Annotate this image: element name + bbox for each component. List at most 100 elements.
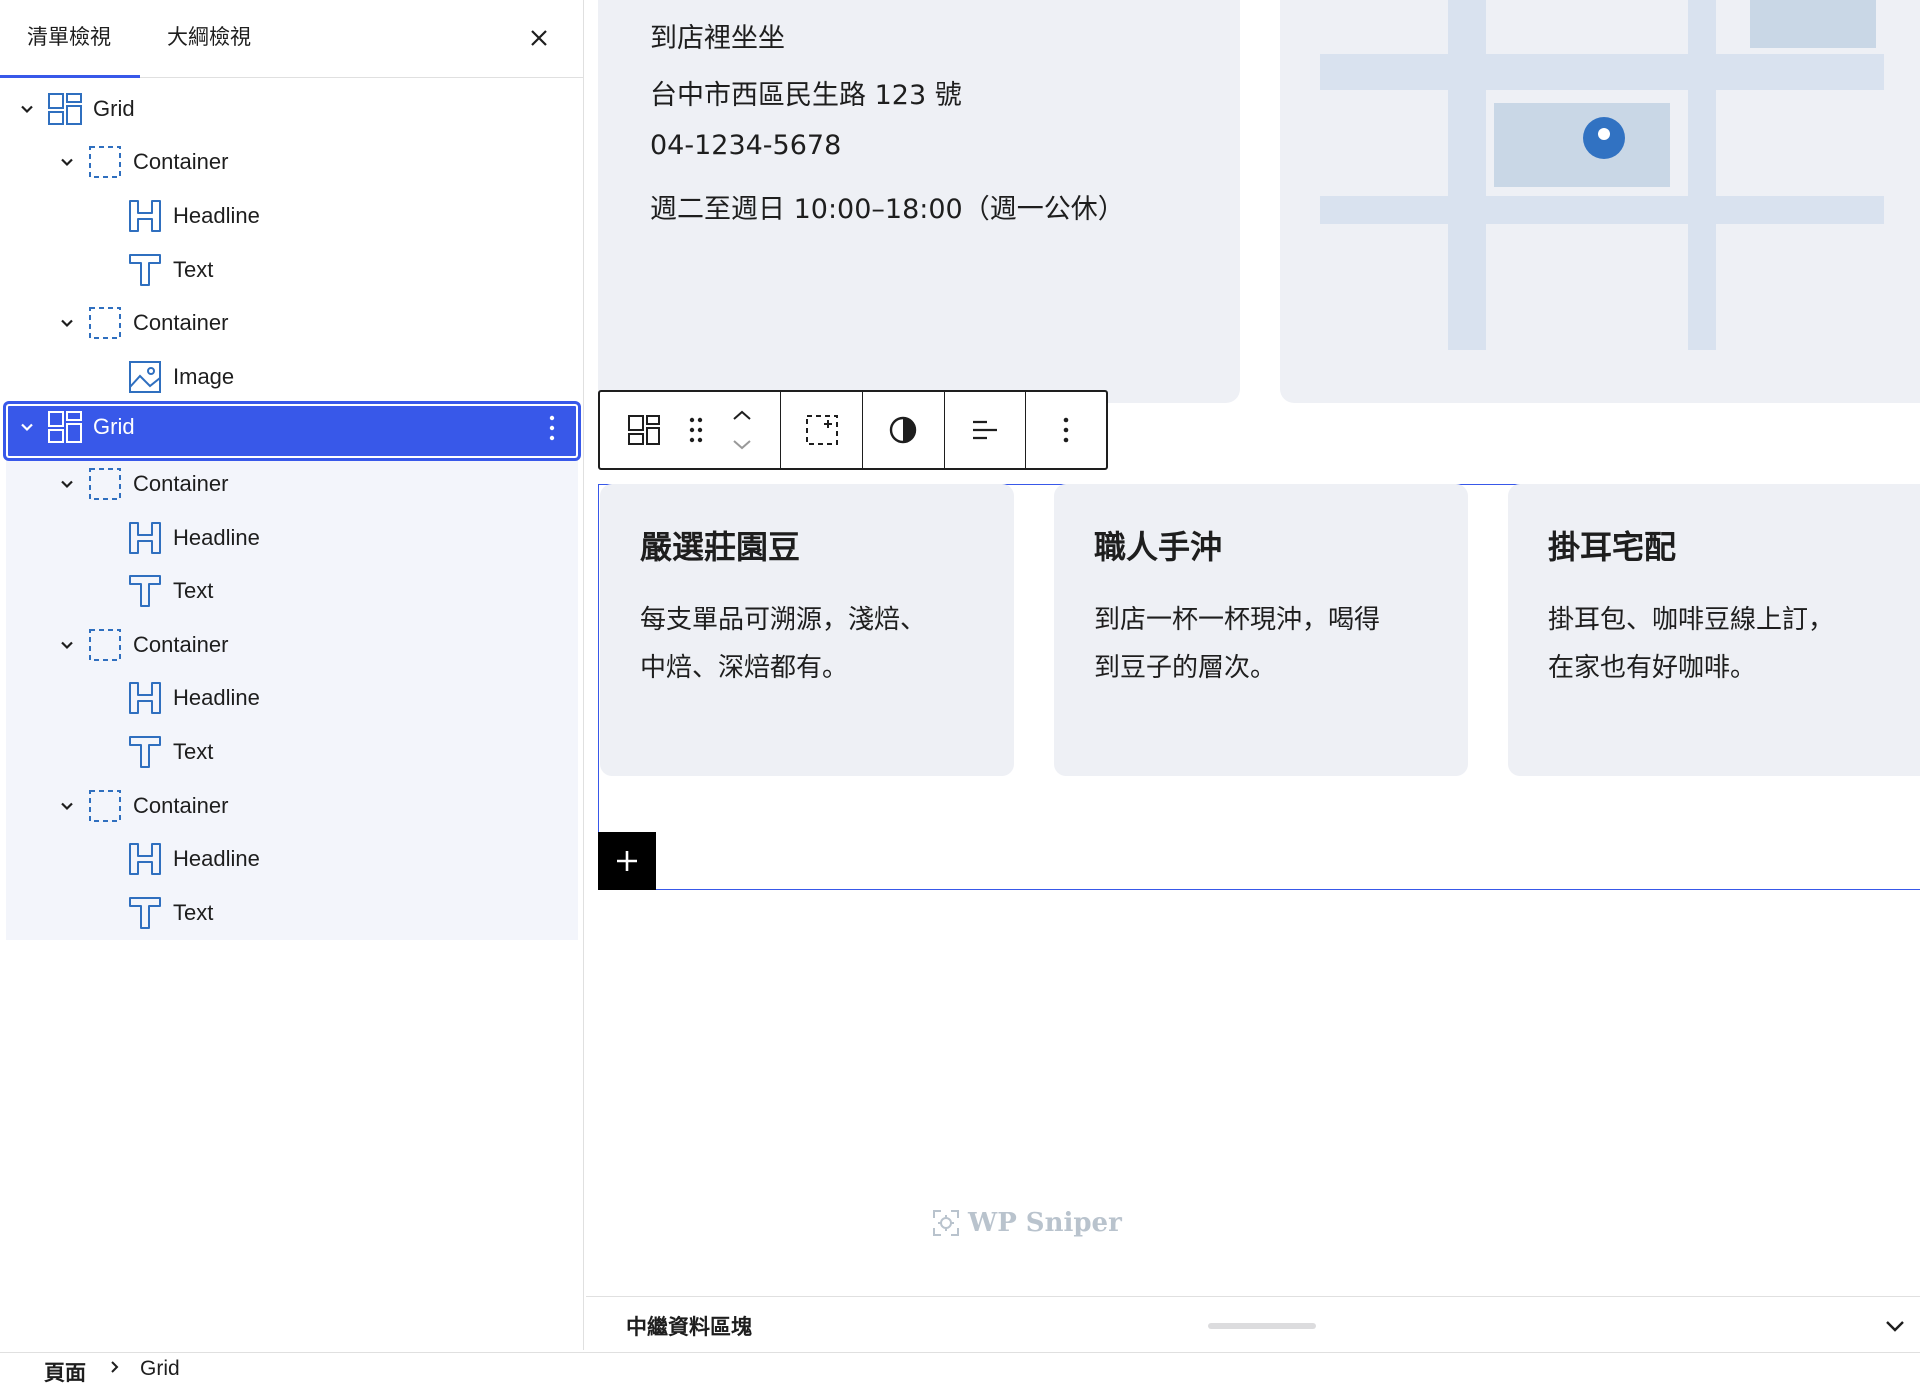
tree-item-image[interactable]: Image [0, 350, 584, 404]
tab-outline[interactable]: 大綱檢視 [140, 0, 278, 76]
text-block-icon [127, 573, 163, 609]
feature-card[interactable]: 嚴選莊園豆 每支單品可溯源，淺焙、 中焙、深焙都有。 [600, 484, 1014, 776]
headline-block-icon [127, 680, 163, 716]
tree-item-label: Container [133, 792, 229, 818]
tree-item-label: Headline [173, 846, 260, 872]
tree-item-label: Grid [93, 414, 135, 440]
text-block-icon [127, 734, 163, 770]
feature-text-line: 在家也有好咖啡。 [1548, 653, 1757, 683]
align-left-icon [973, 420, 997, 440]
feature-headline: 職人手沖 [1094, 528, 1223, 566]
tree-item-container[interactable]: Container [0, 779, 584, 833]
feature-headline: 掛耳宅配 [1548, 528, 1677, 566]
editor-canvas: 到店裡坐坐 台中市西區民生路 123 號 04-1234-5678 週二至週日 … [586, 0, 1920, 1296]
container-block-icon [87, 305, 123, 341]
tree-item-headline[interactable]: Headline [0, 511, 584, 565]
tree-item-text[interactable]: Text [0, 243, 584, 297]
tree-item-text[interactable]: Text [0, 564, 584, 618]
feature-card[interactable]: 掛耳宅配 掛耳包、咖啡豆線上訂， 在家也有好咖啡。 [1508, 484, 1920, 776]
tree-item-label: Headline [173, 202, 260, 228]
panel-tabs: 清單檢視 大綱檢視 [0, 0, 583, 78]
tree-item-headline[interactable]: Headline [0, 189, 584, 243]
address-text: 台中市西區民生路 123 號 [650, 80, 962, 111]
location-pin-dot [1598, 128, 1610, 140]
hours-text: 週二至週日 10:00–18:00（週一公休） [650, 194, 1125, 225]
feature-headline: 嚴選莊園豆 [640, 528, 801, 566]
tree-item-headline[interactable]: Headline [0, 672, 584, 726]
map-road [1448, 0, 1486, 350]
tree-item-container[interactable]: Container [0, 457, 584, 511]
list-view-panel: 清單檢視 大綱檢視 Grid Container Headline Text Conta… [0, 0, 584, 1350]
text-block-icon [127, 895, 163, 931]
grid-block-icon[interactable] [626, 412, 662, 448]
map-block [1494, 103, 1670, 187]
tree-item-label: Text [173, 256, 214, 282]
tree-item-label: Container [133, 149, 229, 175]
tree-item-label: Headline [173, 524, 260, 550]
style-button[interactable] [863, 392, 945, 468]
feature-card[interactable]: 職人手沖 到店一杯一杯現沖，喝得 到豆子的層次。 [1054, 484, 1468, 776]
headline-block-icon [127, 520, 163, 556]
feature-text-line: 到店一杯一杯現沖，喝得 [1094, 605, 1381, 635]
visit-heading: 到店裡坐坐 [650, 23, 785, 54]
tree-item-label: Image [173, 363, 235, 389]
feature-text: 到店一杯一杯現沖，喝得 到豆子的層次。 [1094, 596, 1434, 692]
map-image[interactable] [1280, 0, 1920, 403]
tree-item-text[interactable]: Text [0, 725, 584, 779]
tab-list-view[interactable]: 清單檢視 [0, 0, 140, 78]
tree-item-label: Container [133, 470, 229, 496]
resize-handle[interactable] [1208, 1323, 1316, 1329]
contact-card[interactable]: 到店裡坐坐 台中市西區民生路 123 號 04-1234-5678 週二至週日 … [598, 0, 1240, 403]
add-block-button[interactable] [598, 832, 656, 890]
tree-item-grid[interactable]: Grid [0, 82, 584, 136]
watermark-text: WP Sniper [968, 1208, 1122, 1238]
text-block-icon [127, 252, 163, 288]
chevron-down-icon[interactable] [56, 312, 78, 334]
chevron-down-icon[interactable] [56, 634, 78, 656]
tree-item-container[interactable]: Container [0, 136, 584, 190]
tree-item-headline[interactable]: Headline [0, 832, 584, 886]
feature-text: 掛耳包、咖啡豆線上訂， 在家也有好咖啡。 [1548, 596, 1888, 692]
container-block-icon [87, 466, 123, 502]
chevron-down-icon[interactable] [16, 98, 38, 120]
feature-text: 每支單品可溯源，淺焙、 中焙、深焙都有。 [640, 596, 980, 692]
align-button[interactable] [945, 392, 1027, 468]
tree-item-container[interactable]: Container [0, 618, 584, 672]
breadcrumb: 頁面 Grid [0, 1352, 1920, 1387]
plus-icon [617, 851, 637, 871]
tree-item-grid[interactable]: Grid [0, 401, 584, 455]
more-vertical-icon[interactable] [548, 415, 556, 447]
tree-item-text[interactable]: Text [0, 886, 584, 940]
meta-box-title[interactable]: 中繼資料區塊 [626, 1311, 752, 1341]
add-container-button[interactable] [781, 392, 864, 468]
tree-item-label: Container [133, 631, 229, 657]
tree-item-container[interactable]: Container [0, 296, 584, 350]
tree-item-label: Container [133, 310, 229, 336]
map-illustration [1320, 0, 1884, 350]
grid-block-icon [47, 91, 83, 127]
breadcrumb-page[interactable]: 頁面 [44, 1357, 86, 1387]
close-panel-button[interactable] [521, 20, 557, 56]
chevron-down-icon[interactable] [16, 416, 38, 438]
phone-text: 04-1234-5678 [650, 130, 842, 161]
drag-handle-icon[interactable] [687, 415, 705, 445]
contrast-icon [890, 416, 917, 444]
chevron-down-icon[interactable] [56, 795, 78, 817]
feature-text-line: 到豆子的層次。 [1094, 653, 1277, 683]
container-block-icon [87, 788, 123, 824]
chevron-down-icon[interactable] [56, 473, 78, 495]
options-button[interactable] [1026, 392, 1106, 468]
tree-item-label: Headline [173, 685, 260, 711]
breadcrumb-grid[interactable]: Grid [140, 1357, 180, 1381]
chevron-down-icon[interactable] [1882, 1313, 1908, 1339]
image-block-icon [127, 359, 163, 395]
feature-text-line: 每支單品可溯源，淺焙、 [640, 605, 927, 635]
chevron-down-icon[interactable] [56, 151, 78, 173]
feature-text-line: 中焙、深焙都有。 [640, 653, 849, 683]
map-road [1320, 54, 1884, 90]
tree-item-label: Text [173, 578, 214, 604]
move-up-down-icon[interactable] [730, 407, 754, 453]
map-block [1750, 0, 1876, 48]
meta-box-bar: 中繼資料區塊 [586, 1296, 1920, 1352]
chevron-right-icon [111, 1361, 119, 1373]
